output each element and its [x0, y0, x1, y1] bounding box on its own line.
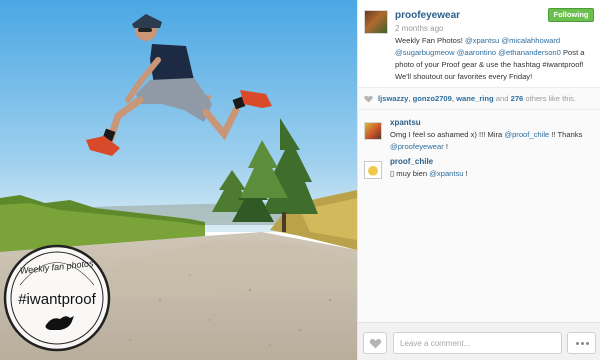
stamp-hashtag: #iwantproof	[18, 291, 96, 308]
mention-link[interactable]: @proofeyewear	[390, 142, 444, 151]
likes-rest: others like this.	[525, 94, 577, 103]
likes-row: ljswazzy, gonzo2709, wane_ring and 276 o…	[358, 88, 600, 110]
avatar[interactable]	[364, 161, 382, 179]
mention-link[interactable]: @ethananderson0	[498, 48, 561, 57]
text-segment: !! Thanks	[549, 130, 583, 139]
post-timestamp[interactable]: 2 months ago	[395, 24, 443, 33]
likes-count[interactable]: 276	[511, 94, 524, 103]
like-button[interactable]	[363, 332, 387, 354]
likes-conjunction: and	[495, 94, 509, 103]
likes-fade	[571, 88, 600, 109]
comment-item: proof_chile ▯ muy bien @xpantsu !	[358, 157, 600, 187]
avatar[interactable]	[364, 122, 382, 140]
comment-input[interactable]	[393, 332, 562, 354]
comment-username[interactable]: proof_chile	[390, 157, 433, 166]
dot-icon	[586, 342, 589, 345]
mention-link[interactable]: @aarontino	[457, 48, 496, 57]
dot-icon	[576, 342, 579, 345]
liker-link[interactable]: wane_ring	[456, 94, 494, 103]
text-segment: !	[463, 169, 468, 178]
heart-icon	[364, 95, 373, 103]
iwantproof-stamp: Weekly fan photos #iwantproof	[3, 244, 111, 352]
text-segment: ▯ muy bien	[390, 169, 430, 178]
comment-bar	[358, 322, 600, 360]
liker-link[interactable]: gonzo2709	[413, 94, 452, 103]
liker-link[interactable]: ljswazzy	[378, 94, 408, 103]
mention-link[interactable]: @micalahhoward	[501, 36, 560, 45]
following-button[interactable]: Following	[548, 8, 594, 22]
mention-link[interactable]: @xpantsu	[429, 169, 463, 178]
mention-link[interactable]: @xpantsu	[465, 36, 499, 45]
comment-username[interactable]: xpantsu	[390, 118, 421, 127]
comment-item: xpantsu Omg I feel so ashamed x) !!! Mir…	[358, 118, 600, 158]
photo-image: Weekly fan photos #iwantproof	[0, 0, 357, 360]
heart-icon	[369, 338, 382, 349]
text-segment: !	[443, 142, 448, 151]
avatar[interactable]	[364, 10, 388, 34]
mention-link[interactable]: @proof_chile	[504, 130, 549, 139]
likes-text: ljswazzy, gonzo2709, wane_ring and 276 o…	[378, 94, 577, 103]
post-header: proofeyewear 2 months ago Following Week…	[358, 0, 600, 88]
comment-text: Omg I feel so ashamed x) !!! Mira @proof…	[390, 129, 595, 153]
post-caption: Weekly Fan Photos! @xpantsu @micalahhowa…	[395, 35, 595, 83]
text-segment: Omg I feel so ashamed x) !!! Mira	[390, 130, 505, 139]
mention-link[interactable]: @sugarbugmeow	[395, 48, 455, 57]
more-options-button[interactable]	[567, 332, 596, 354]
dot-icon	[581, 342, 584, 345]
comment-text: ▯ muy bien @xpantsu !	[390, 168, 595, 180]
post-username[interactable]: proofeyewear	[395, 10, 460, 21]
post-side-panel: proofeyewear 2 months ago Following Week…	[357, 0, 600, 360]
text-segment: Weekly Fan Photos!	[395, 36, 465, 45]
post-photo[interactable]: Weekly fan photos #iwantproof	[0, 0, 357, 360]
